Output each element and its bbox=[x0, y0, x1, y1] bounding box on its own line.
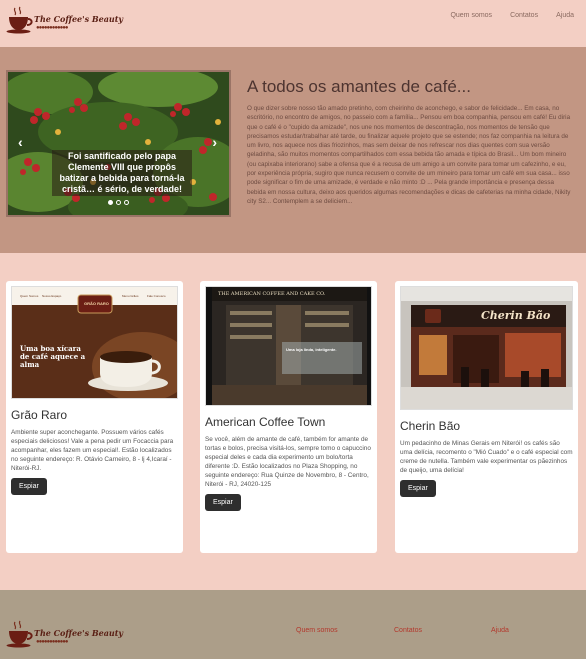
coffee-beans-decoration-icon: ●●●●●●●●●●●● bbox=[36, 25, 68, 31]
brand-logo[interactable]: The Coffee's Beauty ●●●●●●●●●●●● bbox=[6, 6, 123, 34]
footer: The Coffee's Beauty ●●●●●●●●●●●● Quem so… bbox=[0, 590, 586, 659]
card-text: Se você, além de amante de café, também … bbox=[205, 436, 371, 488]
coffee-cup-logo-icon bbox=[6, 6, 33, 34]
espiar-button[interactable]: Espiar bbox=[400, 480, 436, 497]
nav-link-contatos[interactable]: Contatos bbox=[510, 12, 538, 19]
carousel-dot-3[interactable] bbox=[124, 200, 129, 205]
coffee-cup-logo-icon bbox=[6, 620, 33, 648]
american-coffee-store-image bbox=[206, 287, 371, 405]
footer-link-ajuda[interactable]: Ajuda bbox=[491, 627, 509, 634]
cafe-card-grao-raro: Quem Somos Nosso Espaço Menu Grãos Fale … bbox=[6, 281, 183, 553]
card-title: American Coffee Town bbox=[205, 415, 326, 429]
card-text: Um pedacinho de Minas Gerais em Niterói!… bbox=[400, 440, 573, 474]
hero-text: O que dizer sobre nosso tão amado pretin… bbox=[247, 105, 571, 205]
espiar-button[interactable]: Espiar bbox=[11, 478, 47, 495]
carousel-indicators bbox=[108, 200, 129, 205]
store-sign: Cherin Bão bbox=[481, 309, 551, 322]
nav-link-ajuda[interactable]: Ajuda bbox=[556, 12, 574, 19]
carousel-next-icon[interactable]: › bbox=[212, 134, 217, 150]
card-image-american-coffee-town: THE AMERICAN COFFEE AND CAKE CO. Uma loj… bbox=[205, 286, 372, 406]
image-carousel[interactable]: ‹ › Foi santificado pelo papa Clemente V… bbox=[6, 70, 231, 217]
navbar: The Coffee's Beauty ●●●●●●●●●●●● Quem so… bbox=[0, 0, 586, 38]
card-text: Ambiente super aconchegante. Possuem vár… bbox=[11, 429, 174, 472]
card-image-grao-raro: Quem Somos Nosso Espaço Menu Grãos Fale … bbox=[11, 286, 178, 399]
nav-menu: Quem somos Contatos Ajuda bbox=[432, 12, 574, 19]
carousel-prev-icon[interactable]: ‹ bbox=[18, 134, 23, 150]
store-sign: THE AMERICAN COFFEE AND CAKE CO. bbox=[218, 291, 326, 297]
carousel-caption: Foi santificado pelo papa Clemente VIII … bbox=[52, 150, 192, 196]
image-overlay-text: Uma loja linda, inteligente. bbox=[286, 347, 337, 352]
brand-name: The Coffee's Beauty bbox=[34, 628, 124, 638]
hero-title: A todos os amantes de café... bbox=[247, 77, 471, 96]
footer-link-quem-somos[interactable]: Quem somos bbox=[296, 627, 338, 634]
nav-link-quem-somos[interactable]: Quem somos bbox=[450, 12, 492, 19]
image-logo-text: GRÃO RARO bbox=[84, 301, 109, 306]
carousel-dot-1[interactable] bbox=[108, 200, 113, 205]
cherin-bao-store-image bbox=[401, 287, 572, 409]
image-menu-item: Nosso Espaço bbox=[42, 294, 62, 298]
image-menu-item: Menu Grãos bbox=[122, 294, 139, 298]
image-menu-item: Quem Somos bbox=[20, 294, 39, 298]
image-tagline: Uma boa xícara de café aquece a alma bbox=[20, 344, 86, 369]
coffee-beans-decoration-icon: ●●●●●●●●●●●● bbox=[36, 639, 68, 645]
footer-link-contatos[interactable]: Contatos bbox=[394, 627, 422, 634]
card-title: Grão Raro bbox=[11, 408, 68, 422]
card-title: Cherin Bão bbox=[400, 419, 461, 433]
hero-section: ‹ › Foi santificado pelo papa Clemente V… bbox=[0, 47, 586, 253]
cafe-card-cherin-bao: Cherin Bão Cherin Bão Um pedacinho de Mi… bbox=[395, 281, 578, 553]
image-menu-item: Fale Conosco bbox=[147, 294, 166, 298]
espiar-button[interactable]: Espiar bbox=[205, 494, 241, 511]
brand-name: The Coffee's Beauty bbox=[34, 14, 124, 24]
carousel-dot-2[interactable] bbox=[116, 200, 121, 205]
cafe-card-american-coffee-town: THE AMERICAN COFFEE AND CAKE CO. Uma loj… bbox=[200, 281, 377, 553]
footer-brand-logo[interactable]: The Coffee's Beauty ●●●●●●●●●●●● bbox=[6, 620, 123, 648]
card-image-cherin-bao: Cherin Bão bbox=[400, 286, 573, 410]
